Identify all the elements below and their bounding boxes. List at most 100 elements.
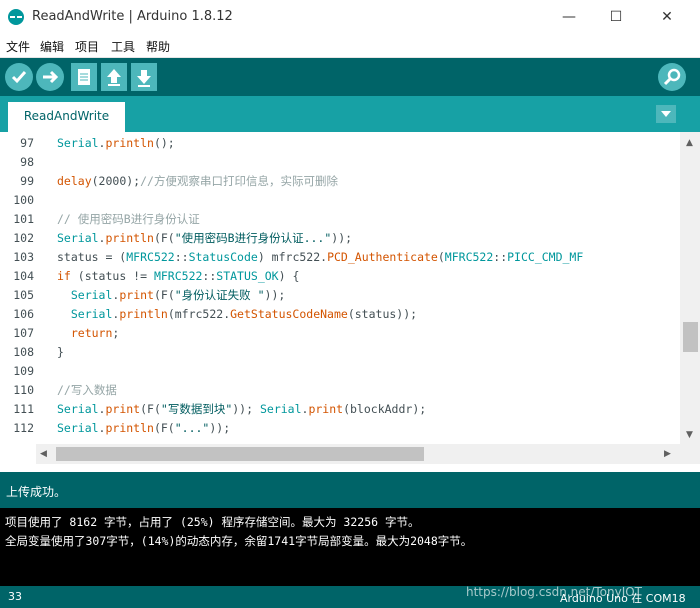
menu-file[interactable]: 文件 — [6, 38, 30, 55]
checkmark-icon — [11, 71, 27, 84]
code-token: //写入数据 — [57, 383, 117, 397]
code-line[interactable]: 109 — [0, 362, 680, 381]
line-number: 109 — [13, 364, 34, 378]
code-token: print — [119, 288, 154, 302]
scroll-left-icon[interactable]: ◀ — [40, 449, 47, 459]
horizontal-scroll-thumb[interactable] — [56, 447, 424, 461]
scroll-right-icon[interactable]: ▶ — [664, 449, 671, 459]
code-token: status = ( — [57, 250, 127, 264]
code-line[interactable]: 108} — [0, 343, 680, 362]
maximize-button[interactable]: ☐ — [593, 4, 639, 30]
new-file-icon — [78, 69, 90, 85]
code-token: Serial — [70, 307, 113, 321]
verify-button[interactable] — [5, 63, 33, 91]
code-token: (F( — [153, 288, 175, 302]
code-token: //方便观察串口打印信息，实际可删除 — [140, 174, 338, 188]
code-token: ) mfrc522. — [257, 250, 328, 264]
code-token: PCD_Authenticate — [327, 250, 438, 264]
minimize-button[interactable]: — — [546, 4, 592, 30]
open-sketch-button[interactable] — [101, 63, 127, 91]
code-token: (mfrc522. — [167, 307, 231, 321]
line-number: 111 — [13, 402, 34, 416]
code-token: delay — [57, 174, 92, 188]
tab-menu-dropdown-icon[interactable] — [656, 105, 676, 123]
arduino-logo-icon — [8, 9, 24, 25]
code-text: } — [57, 343, 64, 362]
code-line[interactable]: 104 if (status != MFRC522::STATUS_OK) { — [0, 267, 680, 286]
vertical-scroll-thumb[interactable] — [683, 322, 698, 352]
code-line[interactable]: 103 status = (MFRC522::StatusCode) mfrc52… — [0, 248, 680, 267]
code-text: Serial.print(F("身份认证失败 ")); — [57, 286, 285, 305]
line-number: 97 — [20, 136, 34, 150]
code-token: )); — [232, 402, 254, 416]
code-text: // 使用密码B进行身份认证 — [57, 210, 200, 229]
code-token: Serial — [57, 402, 99, 416]
code-token: if — [57, 269, 71, 283]
line-number: 100 — [13, 193, 34, 207]
code-line[interactable]: 98 — [0, 153, 680, 172]
code-token: print — [308, 402, 344, 416]
code-line[interactable]: 100 — [0, 191, 680, 210]
console-output[interactable]: 项目使用了 8162 字节，占用了 (25%) 程序存储空间。最大为 32256… — [0, 508, 700, 586]
close-button[interactable]: ✕ — [644, 4, 690, 30]
code-token: println — [105, 136, 154, 150]
code-text: status = (MFRC522::StatusCode) mfrc522.P… — [57, 248, 583, 267]
code-line[interactable]: 105 Serial.print(F("身份认证失败 ")); — [0, 286, 680, 305]
line-number: 98 — [20, 155, 34, 169]
line-number: 106 — [13, 307, 34, 321]
menu-sketch[interactable]: 项目 — [75, 38, 99, 55]
code-line[interactable]: 111 Serial.print(F("写数据到块")); Serial.prin… — [0, 400, 680, 419]
code-token: STATUS_OK — [216, 269, 279, 283]
code-token: Serial — [259, 402, 302, 416]
tab-readandwrite[interactable]: ReadAndWrite — [8, 102, 125, 132]
line-number: 102 — [13, 231, 34, 245]
code-line[interactable]: 102 Serial.println(F("使用密码B进行身份认证...")); — [0, 229, 680, 248]
code-token: println — [105, 231, 154, 245]
console-line: 全局变量使用了307字节，(14%)的动态内存，余留1741字节局部变量。最大为… — [5, 534, 473, 548]
code-token: GetStatusCodeName — [230, 307, 348, 321]
menu-bar: 文件 编辑 项目 工具 帮助 — [0, 34, 700, 58]
code-text: Serial.println(); — [57, 134, 175, 153]
line-number: 105 — [13, 288, 34, 302]
scroll-down-icon[interactable]: ▼ — [686, 430, 693, 440]
code-line[interactable]: 106 Serial.println(mfrc522.GetStatusCode… — [0, 305, 680, 324]
menu-tools[interactable]: 工具 — [111, 38, 135, 55]
code-line[interactable]: 112 Serial.println(F("...")); — [0, 419, 680, 438]
tab-bar: ReadAndWrite — [0, 96, 700, 132]
new-sketch-button[interactable] — [71, 63, 97, 91]
pane-divider[interactable] — [0, 464, 700, 472]
code-token: :: — [493, 250, 508, 264]
console-line: 项目使用了 8162 字节，占用了 (25%) 程序存储空间。最大为 32256… — [5, 515, 420, 529]
code-token: )); — [331, 231, 353, 245]
line-number: 108 — [13, 345, 34, 359]
code-token: ; — [112, 326, 120, 340]
code-text: delay(2000);//方便观察串口打印信息，实际可删除 — [57, 172, 338, 191]
code-token: MFRC522 — [153, 269, 203, 283]
code-editor[interactable]: 97 Serial.println(); 98 99 delay(2000);//方便观… — [0, 132, 680, 444]
code-token: "写数据到块" — [160, 402, 233, 416]
vertical-scrollbar[interactable] — [680, 132, 700, 444]
code-token: (F( — [153, 421, 175, 435]
menu-edit[interactable]: 编辑 — [40, 38, 64, 55]
line-number: 110 — [13, 383, 34, 397]
upload-button[interactable] — [36, 63, 64, 91]
code-token: :: — [202, 269, 217, 283]
code-token: :: — [174, 250, 189, 264]
title-bar: ReadAndWrite | Arduino 1.8.12 — ☐ ✕ — [0, 0, 700, 34]
code-token: "身份认证失败 " — [174, 288, 265, 302]
code-line[interactable]: 99 delay(2000);//方便观察串口打印信息，实际可删除 — [0, 172, 680, 191]
code-line[interactable]: 101 // 使用密码B进行身份认证 — [0, 210, 680, 229]
code-line[interactable]: 110 //写入数据 — [0, 381, 680, 400]
save-sketch-button[interactable] — [131, 63, 157, 91]
scroll-up-icon[interactable]: ▲ — [686, 138, 693, 148]
code-token: ( — [437, 250, 445, 264]
code-line[interactable]: 107 return; — [0, 324, 680, 343]
code-line[interactable]: 97 Serial.println(); — [0, 134, 680, 153]
code-token: (); — [153, 136, 175, 150]
code-token: print — [105, 402, 141, 416]
serial-monitor-button[interactable] — [658, 63, 686, 91]
code-token: println — [119, 307, 168, 321]
arrow-right-icon — [43, 70, 59, 84]
menu-help[interactable]: 帮助 — [146, 38, 170, 55]
